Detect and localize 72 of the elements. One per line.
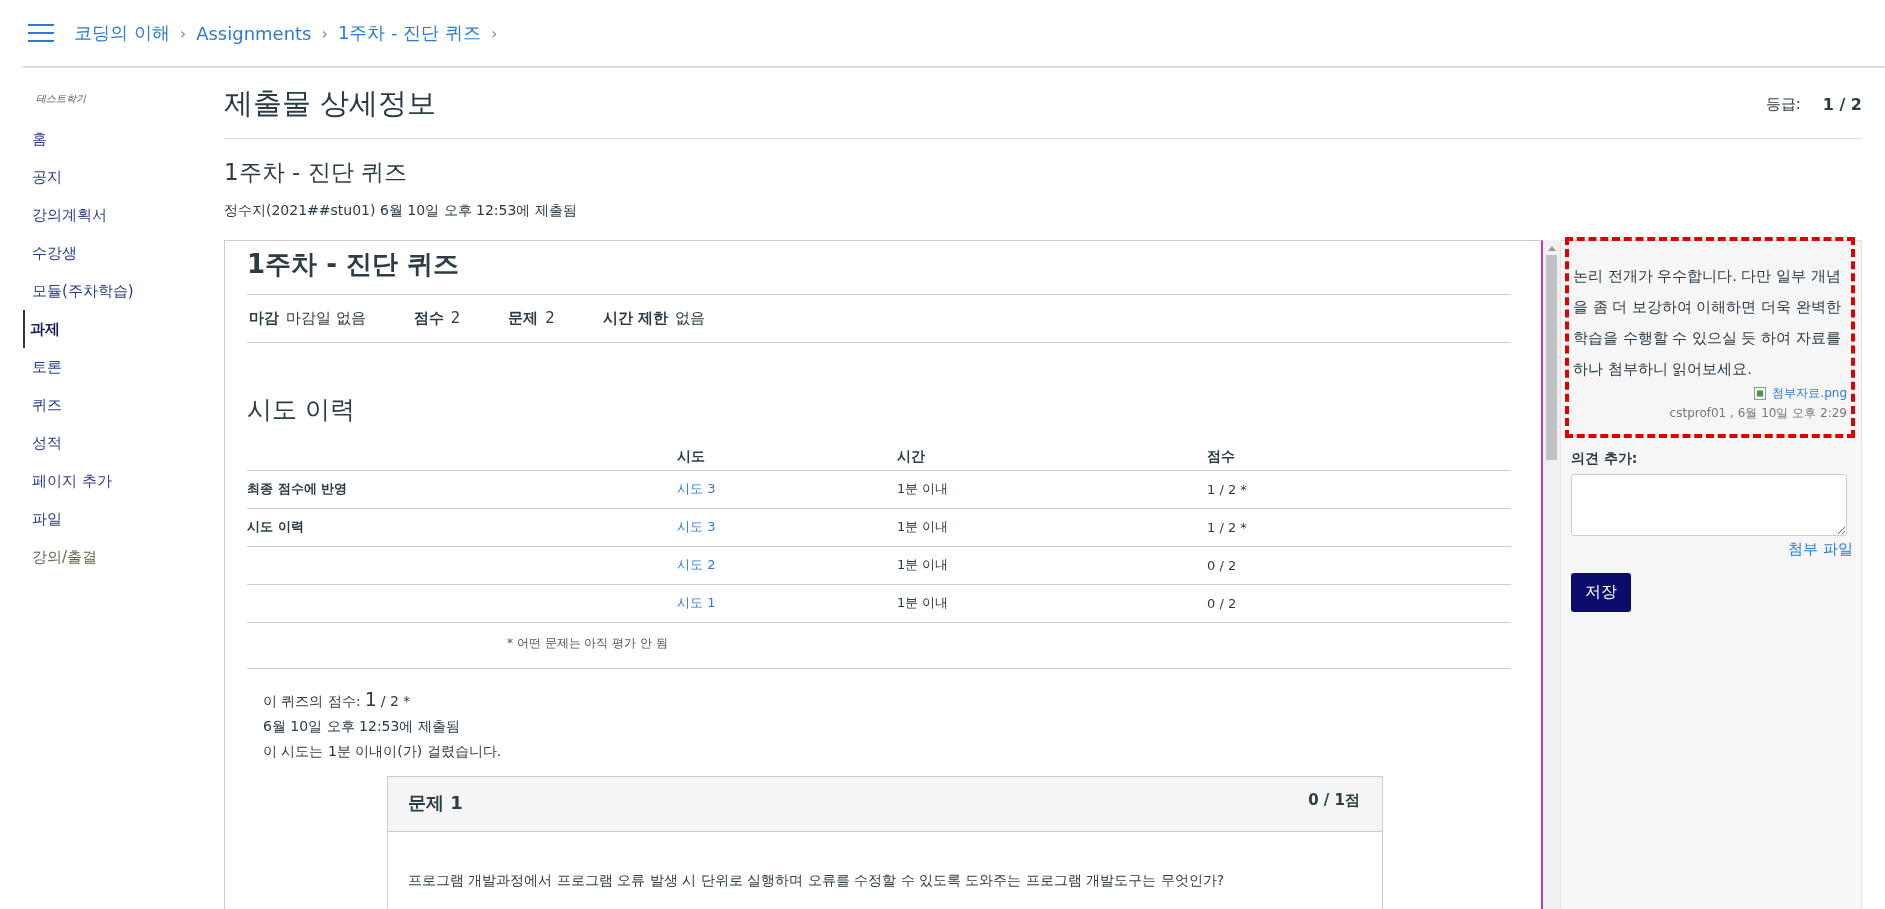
- attempt-link[interactable]: 시도 1: [677, 595, 716, 610]
- scrollbar-thumb[interactable]: [1546, 255, 1557, 460]
- sidebar-item[interactable]: 수강생: [30, 234, 224, 272]
- row-label: 최종 점수에 반영: [247, 481, 348, 496]
- breadcrumb-separator: ›: [491, 23, 498, 43]
- score-label: 이 퀴즈의 점수:: [263, 692, 361, 711]
- meta-value: 마감일 없음: [286, 309, 366, 328]
- column-header: 시도: [677, 444, 897, 471]
- sidebar-item[interactable]: 퀴즈: [30, 386, 224, 424]
- meta-label: 시간 제한: [602, 309, 669, 328]
- table-cell: 1분 이내: [897, 546, 1207, 585]
- attempt-link[interactable]: 시도 3: [677, 481, 716, 496]
- score-total: / 2 *: [380, 692, 411, 711]
- sidebar-item[interactable]: 강의/출결: [30, 538, 224, 576]
- scroll-up-icon[interactable]: [1547, 246, 1556, 251]
- save-button[interactable]: 저장: [1571, 573, 1631, 612]
- sidebar-item[interactable]: 성적: [30, 424, 224, 462]
- meta-value: 없음: [675, 309, 706, 328]
- score-value: 1: [364, 687, 377, 712]
- comment-field[interactable]: [1571, 474, 1847, 536]
- assignment-title: 1주차 - 진단 퀴즈: [224, 158, 408, 187]
- meta-label: 문제: [508, 309, 539, 328]
- breadcrumb-link[interactable]: 1주차 - 진단 퀴즈: [337, 21, 482, 45]
- quiz-title: 1주차 - 진단 퀴즈: [247, 247, 1511, 295]
- question-title: 문제 1: [408, 791, 463, 815]
- sidebar-item[interactable]: 페이지 추가: [30, 462, 224, 500]
- term-label: 테스트학기: [36, 92, 87, 106]
- table-cell: 1 / 2 *: [1207, 508, 1511, 547]
- scrollbar[interactable]: [1543, 240, 1560, 909]
- submitted-text: 6월 10일 오후 12:53에 제출됨: [263, 717, 460, 736]
- column-header: 시간: [897, 444, 1207, 471]
- meta-value: 2: [545, 309, 555, 328]
- sidebar-item[interactable]: 공지: [30, 158, 224, 196]
- sidebar-item[interactable]: 토론: [30, 348, 224, 386]
- table-cell: 0 / 2: [1207, 546, 1511, 585]
- breadcrumb-separator: ›: [179, 23, 187, 43]
- sidebar-item[interactable]: 파일: [30, 500, 224, 538]
- footnote: * 어떤 문제는 아직 평가 안 됨: [507, 636, 668, 650]
- attempt-link[interactable]: 시도 2: [677, 557, 716, 572]
- add-comment-label: 의견 추가:: [1571, 450, 1639, 468]
- grade-label: 등급:: [1765, 94, 1801, 114]
- image-file-icon: [1754, 387, 1767, 400]
- attach-file-link[interactable]: 첨부 파일: [1788, 540, 1853, 559]
- comment-author: cstprof01 , 6월 10일 오후 2:29: [1668, 405, 1847, 422]
- meta-label: 마감: [249, 309, 279, 328]
- sidebar-item[interactable]: 홈: [30, 120, 224, 158]
- meta-value: 2: [450, 309, 461, 328]
- duration-text: 이 시도는 1분 이내이(가) 걸렸습니다.: [263, 742, 502, 761]
- table-cell: 1분 이내: [897, 508, 1207, 547]
- submission-info: 정수지(2021##stu01) 6월 10일 오후 12:53에 제출됨: [224, 202, 578, 220]
- comment-text: 논리 전개가 우수합니다. 다만 일부 개념을 좀 더 보강하여 이해하면 더욱 완벽한 학습을 수행할 수 있으실 듯 하여 자료를 하나 첨부하니 읽어보세요.: [1573, 267, 1842, 379]
- sidebar-item[interactable]: 강의계획서: [30, 196, 224, 234]
- row-label: 시도 이력: [247, 519, 304, 534]
- grade-value: 1 / 2: [1822, 94, 1862, 114]
- column-header: 점수: [1207, 444, 1511, 471]
- table-cell: 1 / 2 *: [1207, 470, 1511, 509]
- table-cell: 0 / 2: [1207, 584, 1511, 623]
- breadcrumb-link[interactable]: Assignments: [196, 22, 312, 44]
- menu-icon[interactable]: [28, 24, 54, 42]
- attachment-link[interactable]: 첨부자료.png: [1754, 385, 1847, 402]
- question-points: 0 / 1점: [1308, 791, 1360, 811]
- meta-label: 점수: [413, 309, 444, 328]
- breadcrumb-link[interactable]: 코딩의 이해: [74, 21, 170, 45]
- breadcrumb-separator: ›: [321, 23, 328, 43]
- table-cell: 1분 이내: [897, 584, 1207, 623]
- table-cell: 1분 이내: [897, 470, 1207, 509]
- attempt-link[interactable]: 시도 3: [677, 519, 716, 534]
- page-title: 제출물 상세정보: [224, 85, 437, 122]
- sidebar-item[interactable]: 모듈(주차학습): [30, 272, 224, 310]
- sidebar-item[interactable]: 과제: [23, 310, 224, 348]
- section-heading: 시도 이력: [247, 394, 356, 426]
- question-text: 프로그램 개발과정에서 프로그램 오류 발생 시 단위로 실행하며 오류를 수정할 수 있도록 도와주는 프로그램 개발도구는 무엇인가?: [408, 872, 1226, 890]
